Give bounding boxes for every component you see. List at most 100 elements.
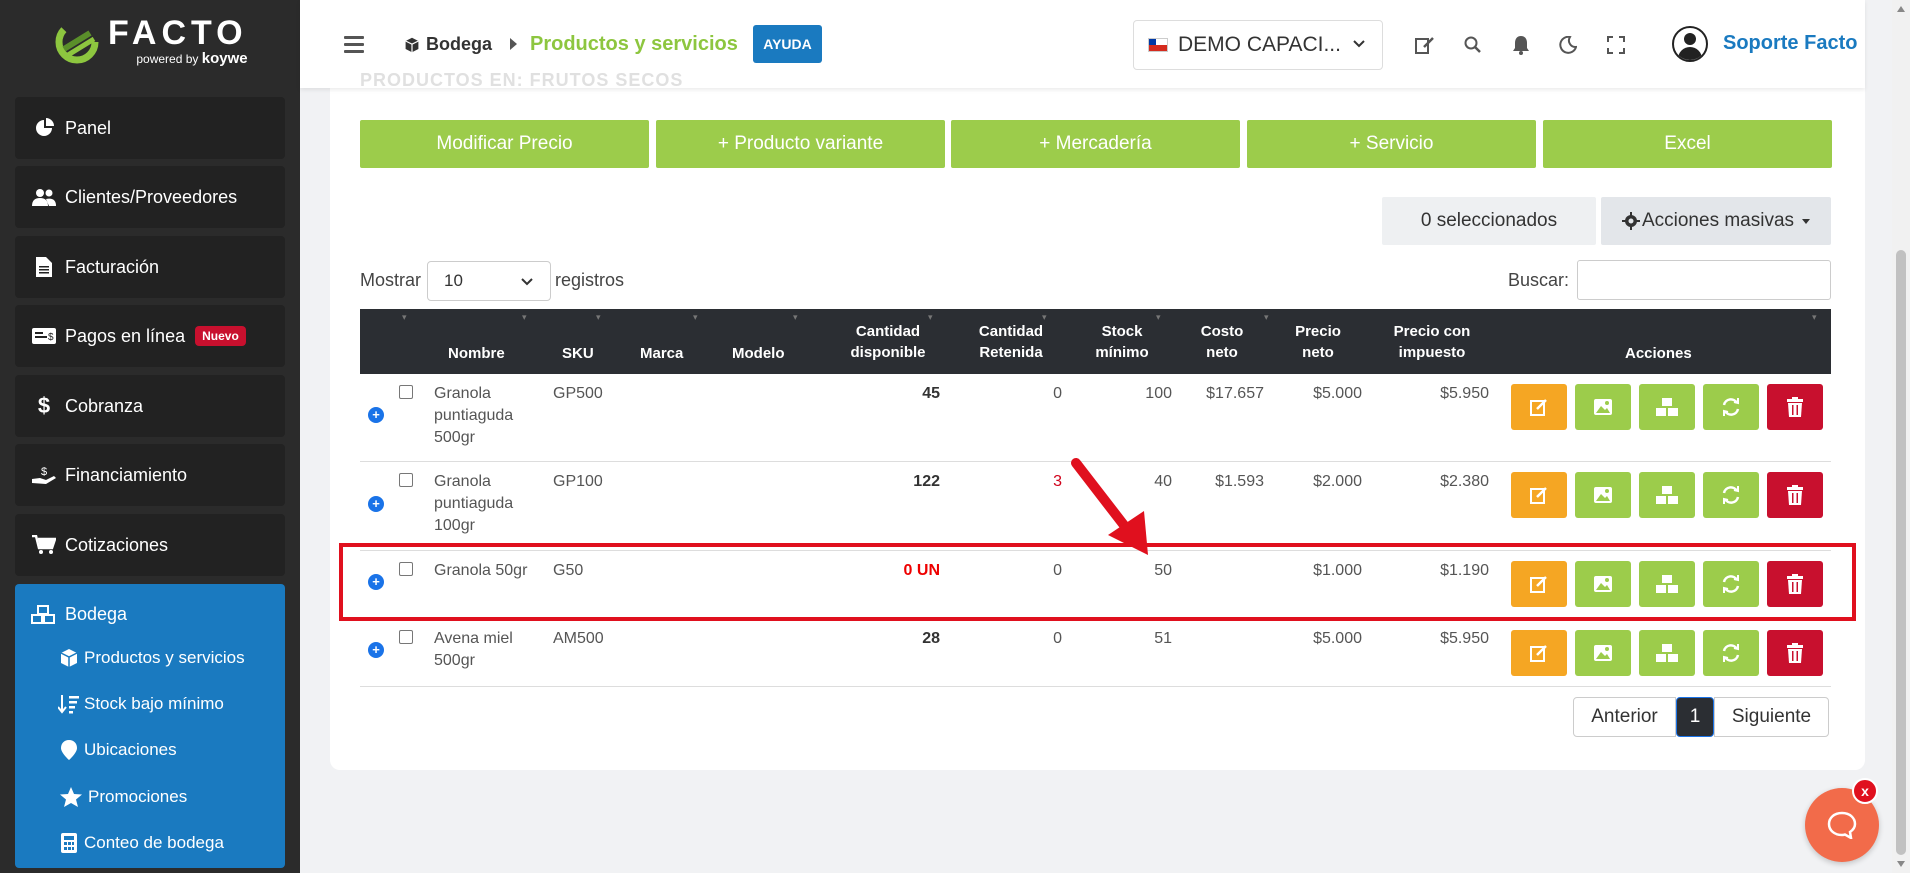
breadcrumb-root[interactable]: Bodega [404, 34, 492, 55]
col-precio-impuesto[interactable]: Precio con impuesto [1380, 321, 1484, 363]
chat-close-button[interactable]: x [1852, 778, 1878, 804]
sort-icon[interactable]: ▾ [1812, 313, 1820, 322]
search-input[interactable] [1577, 260, 1831, 300]
sort-icon[interactable]: ▾ [1042, 313, 1050, 322]
expand-row-icon[interactable]: + [368, 407, 384, 423]
sort-icon[interactable]: ▾ [1156, 313, 1164, 322]
edit-document-icon[interactable] [1414, 34, 1436, 56]
col-stock-minimo[interactable]: Stock mínimo [1090, 321, 1154, 363]
sidebar-item-facturacion[interactable]: Facturación [15, 236, 285, 298]
map-pin-icon [58, 739, 80, 761]
add-service-button[interactable]: + Servicio [1247, 120, 1536, 168]
excel-button[interactable]: Excel [1543, 120, 1832, 168]
row-checkbox[interactable] [399, 630, 413, 644]
sidebar-subitem-conteo[interactable]: Conteo de bodega [58, 832, 224, 854]
boxes-icon [1656, 643, 1678, 663]
edit-button[interactable] [1511, 630, 1567, 676]
sidebar-item-bodega[interactable]: Bodega [31, 604, 127, 625]
scroll-up-icon[interactable] [1897, 6, 1905, 12]
scroll-thumb[interactable] [1896, 250, 1906, 855]
col-cantidad-retenida[interactable]: Cantidad Retenida [966, 321, 1056, 363]
user-avatar[interactable] [1672, 26, 1708, 62]
image-button[interactable] [1575, 630, 1631, 676]
sidebar-item-clientes[interactable]: Clientes/Proveedores [15, 166, 285, 228]
image-button[interactable] [1575, 384, 1631, 430]
products-card [330, 88, 1865, 770]
company-selector[interactable]: DEMO CAPACI... [1133, 20, 1383, 70]
add-variant-button[interactable]: + Producto variante [656, 120, 945, 168]
fullscreen-icon[interactable] [1605, 34, 1627, 56]
col-precio-neto[interactable]: Precio neto [1286, 321, 1350, 363]
scroll-down-icon[interactable] [1897, 861, 1905, 867]
trash-icon [1787, 397, 1803, 417]
facto-logo[interactable]: FACTO powered by koywe [54, 16, 248, 67]
row-checkbox[interactable] [399, 385, 413, 399]
current-page-button[interactable]: 1 [1676, 697, 1714, 737]
moon-icon[interactable] [1557, 34, 1579, 56]
sidebar-item-cotizaciones[interactable]: Cotizaciones [15, 514, 285, 576]
sync-button[interactable] [1703, 384, 1759, 430]
modify-price-button[interactable]: Modificar Precio [360, 120, 649, 168]
records-label: registros [555, 270, 625, 290]
bell-icon[interactable] [1510, 34, 1532, 56]
edit-button[interactable] [1511, 384, 1567, 430]
sidebar-subitem-ubicaciones[interactable]: Ubicaciones [58, 739, 177, 761]
sort-icon[interactable]: ▾ [596, 313, 604, 322]
expand-row-icon[interactable]: + [368, 496, 384, 512]
col-modelo[interactable]: Modelo [732, 343, 785, 364]
selected-count: 0 seleccionados [1382, 197, 1596, 245]
image-button[interactable] [1575, 472, 1631, 518]
cost-net: $1.593 [1215, 473, 1264, 490]
sync-button[interactable] [1703, 630, 1759, 676]
page-scrollbar[interactable] [1892, 0, 1910, 873]
col-marca[interactable]: Marca [640, 343, 683, 364]
add-merchandise-button[interactable]: + Mercadería [951, 120, 1240, 168]
col-cantidad-disponible[interactable]: Cantidad disponible [838, 321, 938, 363]
sidebar-subitem-promociones[interactable]: Promociones [58, 786, 187, 808]
delete-button[interactable] [1767, 630, 1823, 676]
variants-button[interactable] [1639, 630, 1695, 676]
facto-logo-icon [55, 20, 99, 63]
edit-button[interactable] [1511, 472, 1567, 518]
caret-down-icon [1802, 218, 1811, 224]
price-net: $2.000 [1313, 473, 1362, 490]
pie-chart-icon [31, 117, 57, 139]
product-sku: AM500 [553, 630, 604, 647]
variants-button[interactable] [1639, 384, 1695, 430]
col-costo-neto[interactable]: Costo neto [1190, 321, 1254, 363]
bulk-actions-button[interactable]: Acciones masivas [1601, 197, 1831, 245]
refresh-icon [1721, 485, 1741, 505]
delete-button[interactable] [1767, 472, 1823, 518]
menu-toggle-icon[interactable] [344, 36, 364, 57]
dollar-icon: $ [37, 393, 51, 418]
variants-button[interactable] [1639, 472, 1695, 518]
sort-icon[interactable]: ▾ [522, 313, 530, 322]
page-size-select[interactable]: 10 [427, 261, 551, 301]
sidebar-item-financiamiento[interactable]: $ Financiamiento [15, 444, 285, 506]
boxes-icon [1656, 397, 1678, 417]
sync-button[interactable] [1703, 472, 1759, 518]
row-checkbox[interactable] [399, 473, 413, 487]
col-nombre[interactable]: Nombre [448, 343, 505, 364]
sort-icon[interactable]: ▾ [693, 313, 701, 322]
help-button[interactable]: AYUDA [753, 25, 822, 63]
sidebar-item-panel[interactable]: Panel [15, 97, 285, 159]
sort-icon[interactable]: ▾ [402, 313, 410, 322]
sort-icon[interactable]: ▾ [928, 313, 936, 322]
svg-text:$: $ [41, 466, 47, 478]
sidebar-subitem-productos[interactable]: Productos y servicios [58, 647, 245, 669]
sidebar-item-pagos[interactable]: $ Pagos en línea Nuevo [15, 305, 285, 367]
sidebar-subitem-stock-bajo[interactable]: Stock bajo mínimo [58, 693, 224, 715]
user-name[interactable]: Soporte Facto [1723, 32, 1857, 55]
product-name: Granola puntiaguda 500gr [434, 385, 514, 446]
expand-row-icon[interactable]: + [368, 642, 384, 658]
delete-button[interactable] [1767, 384, 1823, 430]
sort-icon[interactable]: ▾ [793, 313, 801, 322]
col-sku[interactable]: SKU [562, 343, 594, 364]
sidebar-item-cobranza[interactable]: $ Cobranza [15, 375, 285, 437]
next-page-button[interactable]: Siguiente [1714, 697, 1829, 737]
sidebar-item-label: Financiamiento [65, 464, 188, 485]
search-icon[interactable] [1462, 34, 1484, 56]
sort-icon[interactable]: ▾ [1264, 313, 1272, 322]
prev-page-button[interactable]: Anterior [1573, 697, 1676, 737]
